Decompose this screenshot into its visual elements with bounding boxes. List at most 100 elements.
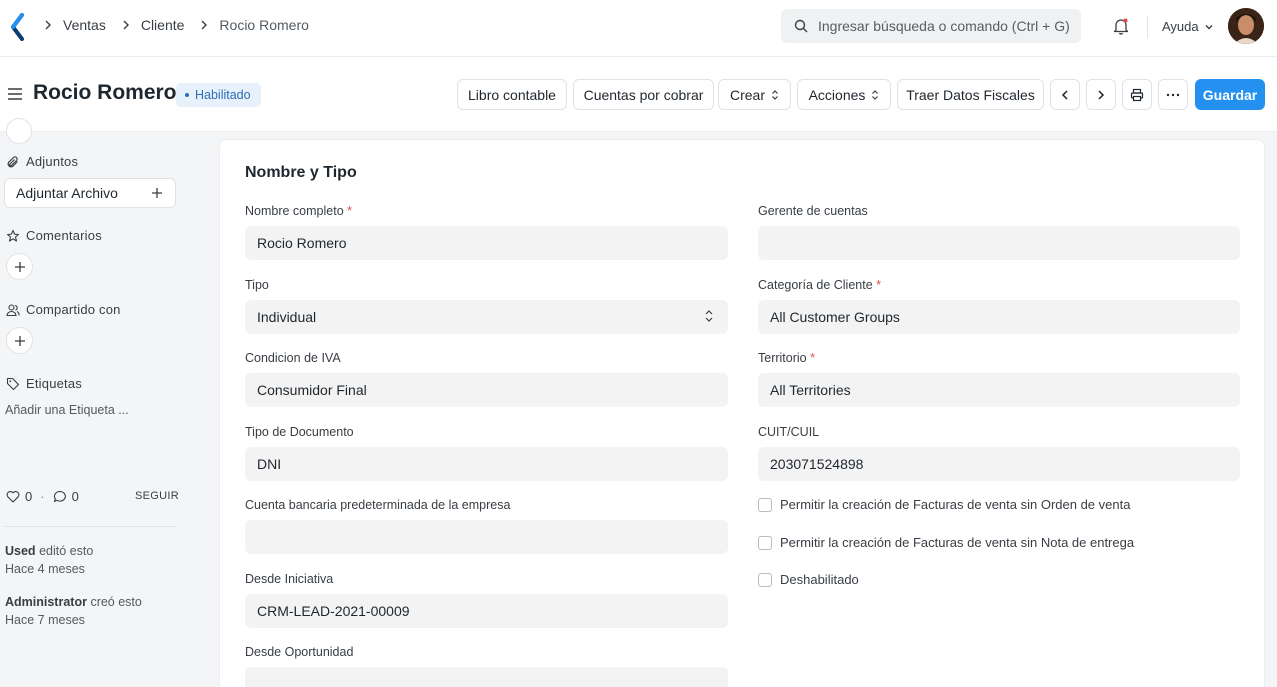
top-navbar: Ventas Cliente Rocio Romero Ingresar bús… — [0, 0, 1277, 57]
star-icon — [6, 229, 20, 242]
sidebar-image-placeholder[interactable] — [6, 118, 32, 144]
checkbox-box[interactable] — [758, 535, 772, 550]
account-manager-label: Gerente de cuentas — [758, 204, 868, 218]
activity-time: Hace 7 meses — [5, 613, 85, 627]
chevron-right-icon — [123, 20, 129, 30]
comments-label: Comentarios — [26, 228, 102, 243]
attach-file-button[interactable]: Adjuntar Archivo — [4, 178, 176, 208]
help-dropdown[interactable]: Ayuda — [1162, 19, 1214, 34]
ledger-button[interactable]: Libro contable — [457, 79, 567, 110]
tax-id-field[interactable]: 203071524898 — [758, 447, 1240, 481]
actions-dropdown[interactable]: Acciones — [797, 79, 891, 110]
type-select[interactable]: Individual — [245, 300, 728, 334]
app-logo-icon[interactable] — [10, 13, 26, 41]
form-sidebar: Adjuntos Adjuntar Archivo Comentarios Co… — [0, 118, 200, 687]
search-icon — [794, 19, 808, 33]
chevron-left-icon — [1061, 89, 1068, 100]
search-placeholder: Ingresar búsqueda o comando (Ctrl + G) — [818, 18, 1070, 34]
page-header: Rocio Romero Habilitado Libro contable C… — [0, 57, 1277, 132]
tax-id-label: CUIT/CUIL — [758, 425, 820, 439]
chevron-right-icon — [45, 20, 51, 30]
attachments-label: Adjuntos — [26, 154, 79, 169]
fetch-fiscal-data-button[interactable]: Traer Datos Fiscales — [897, 79, 1044, 110]
customer-group-field[interactable]: All Customer Groups — [758, 300, 1240, 334]
activity-user[interactable]: Used — [5, 544, 36, 558]
chevron-down-icon — [1205, 24, 1213, 29]
create-dropdown-label: Crear — [729, 86, 765, 103]
sidebar-divider — [5, 526, 175, 527]
add-comment-button[interactable] — [6, 253, 33, 280]
activity-user[interactable]: Administrator — [5, 595, 87, 609]
shared-label: Compartido con — [26, 302, 121, 317]
breadcrumb: Ventas Cliente Rocio Romero — [42, 17, 309, 33]
create-dropdown[interactable]: Crear — [718, 79, 791, 110]
avatar-image — [1228, 8, 1264, 44]
checkbox-box[interactable] — [758, 572, 772, 587]
plus-icon — [14, 335, 25, 346]
activity-action: editó esto — [39, 544, 94, 558]
receivables-button[interactable]: Cuentas por cobrar — [573, 79, 714, 110]
breadcrumb-current[interactable]: Rocio Romero — [219, 17, 308, 33]
activity-item: Used editó esto Hace 4 meses — [5, 542, 93, 578]
more-dots-icon — [1166, 93, 1180, 96]
type-label: Tipo — [245, 278, 269, 292]
more-options-button[interactable] — [1158, 79, 1188, 110]
save-button[interactable]: Guardar — [1195, 79, 1265, 110]
actions-dropdown-label: Acciones — [808, 86, 866, 103]
notification-bell-icon[interactable] — [1112, 17, 1130, 35]
activity-action: creó esto — [90, 595, 142, 609]
from-lead-field[interactable]: CRM-LEAD-2021-00009 — [245, 594, 728, 628]
checkbox-box[interactable] — [758, 497, 772, 512]
section-title: Nombre y Tipo — [245, 164, 357, 181]
bank-account-label: Cuenta bancaria predeterminada de la emp… — [245, 498, 511, 512]
type-select-value: Individual — [257, 309, 317, 325]
user-avatar[interactable] — [1228, 8, 1264, 44]
next-record-button[interactable] — [1086, 79, 1116, 110]
doc-type-field[interactable]: DNI — [245, 447, 728, 481]
required-mark: * — [810, 351, 815, 365]
vat-condition-field[interactable]: Consumidor Final — [245, 373, 728, 407]
add-share-button[interactable] — [6, 327, 33, 354]
search-input[interactable]: Ingresar búsqueda o comando (Ctrl + G) — [781, 9, 1081, 43]
full-name-field[interactable]: Rocio Romero — [245, 226, 728, 260]
customer-group-label: Categoría de Cliente * — [758, 278, 881, 292]
comments-section: Comentarios — [6, 228, 102, 243]
account-manager-field[interactable] — [758, 226, 1240, 260]
navbar-divider — [1147, 16, 1148, 38]
page-title: Rocio Romero — [33, 81, 177, 104]
doc-type-label: Tipo de Documento — [245, 425, 354, 439]
likes-count: 0 — [25, 489, 33, 504]
vat-condition-label: Condicion de IVA — [245, 351, 341, 365]
required-mark: * — [876, 278, 882, 292]
tag-icon — [6, 377, 20, 390]
follow-button[interactable]: SEGUIR — [135, 490, 179, 502]
disabled-checkbox[interactable]: Deshabilitado — [758, 572, 859, 587]
from-lead-label: Desde Iniciativa — [245, 572, 334, 586]
add-tag-link[interactable]: Añadir una Etiqueta ... — [5, 403, 129, 417]
from-opportunity-field[interactable] — [245, 667, 728, 687]
comment-bubble-icon — [53, 490, 66, 503]
required-mark: * — [347, 204, 353, 218]
print-button[interactable] — [1122, 79, 1152, 110]
chevron-right-icon — [1098, 89, 1105, 100]
users-icon — [6, 303, 20, 316]
plus-icon — [152, 188, 162, 198]
attach-file-label: Adjuntar Archivo — [16, 185, 118, 201]
attachments-section: Adjuntos — [6, 154, 78, 169]
bank-account-field[interactable] — [245, 520, 728, 554]
territory-field[interactable]: All Territories — [758, 373, 1240, 407]
allow-invoice-without-delivery-checkbox[interactable]: Permitir la creación de Facturas de vent… — [758, 535, 1134, 550]
breadcrumb-cliente[interactable]: Cliente — [141, 17, 185, 33]
breadcrumb-ventas[interactable]: Ventas — [63, 17, 106, 33]
allow-invoice-without-order-checkbox[interactable]: Permitir la creación de Facturas de vent… — [758, 497, 1130, 512]
heart-icon[interactable] — [6, 490, 20, 503]
previous-record-button[interactable] — [1050, 79, 1080, 110]
checkbox-label: Deshabilitado — [780, 572, 859, 587]
help-label: Ayuda — [1162, 19, 1199, 34]
sidebar-toggle-icon[interactable] — [7, 87, 23, 101]
printer-icon — [1130, 88, 1144, 101]
full-name-label: Nombre completo * — [245, 204, 352, 218]
checkbox-label: Permitir la creación de Facturas de vent… — [780, 535, 1135, 550]
activity-time: Hace 4 meses — [5, 562, 85, 576]
select-arrows-icon — [705, 310, 713, 322]
